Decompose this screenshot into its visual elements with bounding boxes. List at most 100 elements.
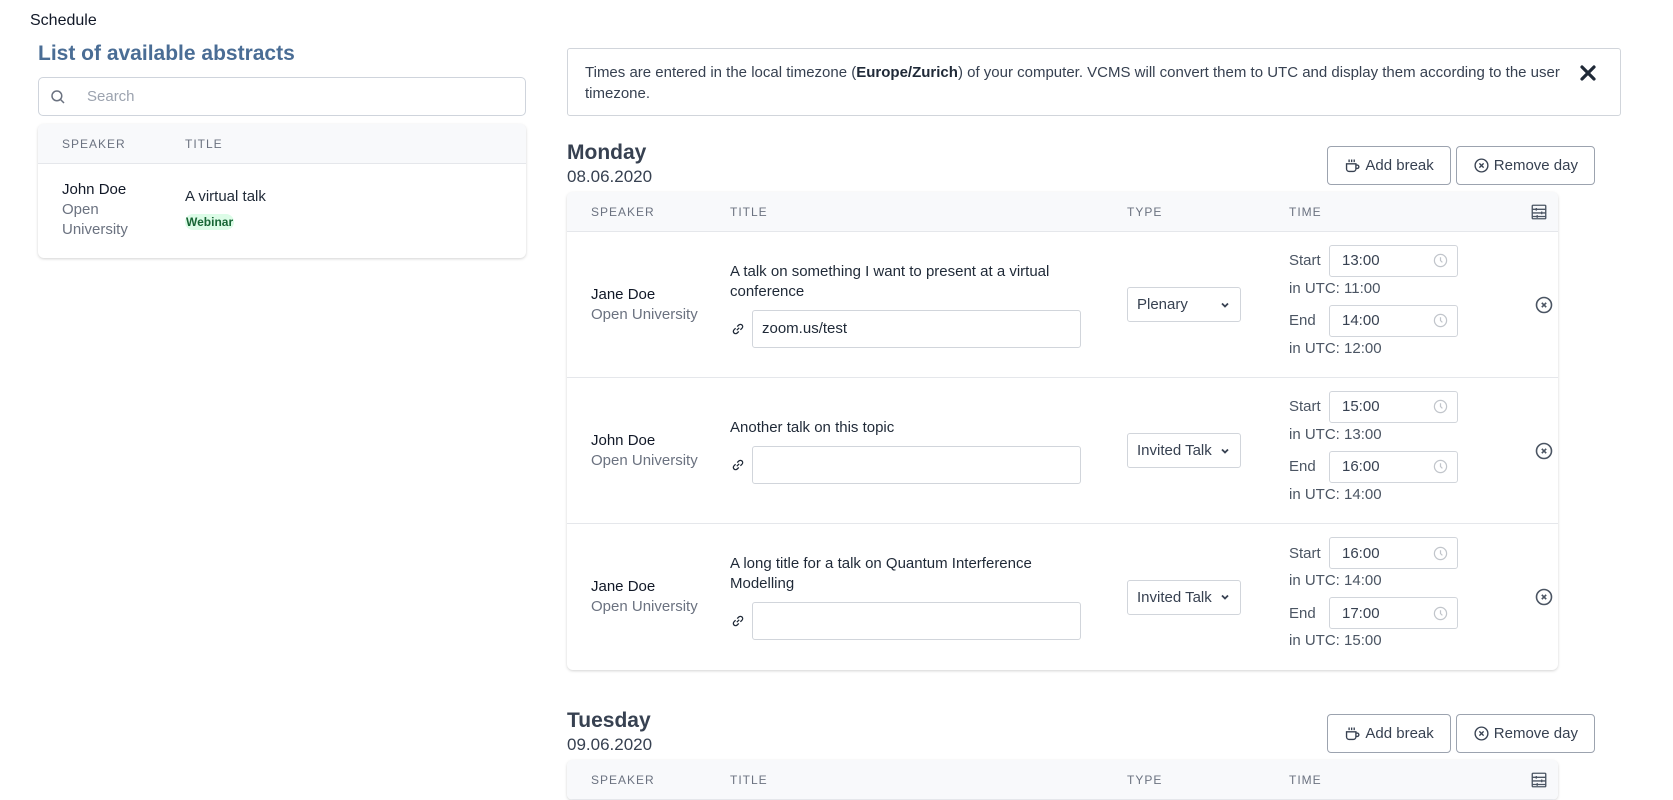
end-time-value: 17:00: [1342, 604, 1380, 622]
schedule-table: Speaker Title Type Time Jane Doe Open Un…: [567, 192, 1558, 670]
title-cell: Another talk on this topic: [730, 418, 1127, 484]
type-cell: Invited Talk: [1127, 579, 1289, 615]
speaker-cell: Jane Doe Open University: [567, 577, 730, 617]
start-label: Start: [1289, 398, 1321, 415]
utc-prefix: in UTC:: [1289, 632, 1345, 649]
add-break-button[interactable]: Add break: [1327, 146, 1451, 185]
type-select-value: Invited Talk: [1137, 442, 1212, 459]
table-settings-icon[interactable]: [1530, 771, 1548, 789]
speaker-name: Jane Doe: [591, 578, 656, 595]
type-select-value: Plenary: [1137, 296, 1188, 313]
start-label: Start: [1289, 252, 1321, 269]
remove-row-icon[interactable]: [1534, 295, 1554, 315]
type-cell: Invited Talk: [1127, 433, 1289, 468]
abstract-row[interactable]: John Doe Open University A virtual talk …: [38, 164, 526, 258]
type-cell: Plenary: [1127, 287, 1289, 322]
start-time-value: 13:00: [1342, 252, 1380, 269]
remove-day-label: Remove day: [1493, 725, 1578, 742]
type-select[interactable]: Invited Talk: [1127, 433, 1241, 468]
column-header-speaker: Speaker: [62, 136, 126, 151]
clock-icon: [1433, 546, 1448, 560]
clock-icon: [1433, 253, 1448, 268]
end-utc: 14:00: [1344, 485, 1382, 503]
clock-icon: [1433, 313, 1448, 328]
column-header-time: Time: [1289, 204, 1322, 219]
end-label: End: [1289, 604, 1316, 622]
timezone-notice: Times are entered in the local timezone …: [567, 48, 1621, 116]
end-time-input[interactable]: 14:00: [1329, 304, 1458, 337]
end-time-input[interactable]: 17:00: [1329, 597, 1458, 629]
start-time-value: 16:00: [1342, 544, 1380, 562]
speaker-affiliation: Open University: [62, 201, 128, 238]
coffee-cup-icon: [1346, 727, 1360, 741]
end-time-input[interactable]: 16:00: [1329, 450, 1458, 483]
utc-prefix: in UTC:: [1289, 485, 1345, 503]
utc-prefix: in UTC:: [1289, 572, 1345, 589]
x-circle-icon: [1474, 726, 1489, 741]
link-icon: [732, 459, 744, 470]
column-header-title: Title: [185, 136, 223, 151]
utc-prefix: in UTC:: [1289, 339, 1345, 357]
meeting-link-input[interactable]: [752, 309, 1081, 348]
start-time-input[interactable]: 16:00: [1329, 537, 1458, 569]
clock-icon: [1433, 606, 1448, 620]
end-time-value: 16:00: [1342, 458, 1380, 475]
table-header: Speaker Title: [38, 124, 526, 164]
coffee-cup-icon: [1346, 159, 1360, 173]
schedule-row: Jane Doe Open University A long title fo…: [567, 524, 1558, 670]
remove-day-button[interactable]: Remove day: [1455, 146, 1595, 185]
type-select-value: Invited Talk: [1137, 588, 1212, 606]
speaker-affiliation: Open University: [591, 305, 698, 323]
page-title: Schedule: [30, 12, 97, 29]
day-section-tuesday: Tuesday 09.06.2020 Add break Remove day …: [567, 708, 1627, 800]
start-utc: 11:00: [1344, 279, 1381, 297]
speaker-name: Jane Doe: [591, 285, 656, 303]
add-break-label: Add break: [1365, 725, 1434, 742]
close-icon[interactable]: [1578, 63, 1598, 83]
start-label: Start: [1289, 544, 1321, 562]
remove-row-icon[interactable]: [1534, 441, 1554, 461]
type-badge: Webinar: [185, 214, 235, 230]
start-time-input[interactable]: 15:00: [1329, 390, 1458, 423]
search-input[interactable]: [85, 87, 465, 106]
end-label: End: [1289, 458, 1316, 475]
remove-day-button[interactable]: Remove day: [1455, 714, 1595, 753]
notice-timezone: Europe/Zurich: [856, 64, 958, 81]
start-time-input[interactable]: 13:00: [1329, 244, 1458, 277]
schedule-row: John Doe Open University Another talk on…: [567, 378, 1558, 524]
remove-day-label: Remove day: [1493, 157, 1578, 174]
speaker-cell: John Doe Open University: [567, 431, 730, 471]
meeting-link-input[interactable]: [752, 602, 1081, 640]
schedule-table: Speaker Title Type Time: [567, 760, 1558, 800]
meeting-link-input[interactable]: [752, 445, 1081, 484]
column-header-time: Time: [1289, 772, 1322, 787]
type-select[interactable]: Invited Talk: [1127, 579, 1241, 615]
add-break-button[interactable]: Add break: [1327, 714, 1451, 753]
speaker-affiliation: Open University: [591, 598, 698, 615]
abstracts-panel: List of available abstracts Speaker Titl…: [38, 40, 526, 258]
talk-title: A virtual talk: [185, 188, 266, 205]
table-settings-icon[interactable]: [1530, 203, 1548, 221]
schedule-row: Jane Doe Open University A talk on somet…: [567, 232, 1558, 378]
column-header-type: Type: [1127, 204, 1163, 219]
clock-icon: [1433, 459, 1448, 474]
talk-title: A long title for a talk on Quantum Inter…: [730, 555, 1032, 592]
start-time-value: 15:00: [1342, 398, 1380, 415]
talk-title: Another talk on this topic: [730, 418, 895, 436]
type-select[interactable]: Plenary: [1127, 287, 1241, 322]
start-utc: 14:00: [1344, 572, 1382, 589]
x-circle-icon: [1474, 158, 1489, 173]
link-icon: [732, 323, 744, 334]
end-label: End: [1289, 312, 1316, 329]
chevron-down-icon: [1221, 448, 1229, 454]
utc-prefix: in UTC:: [1289, 279, 1345, 297]
utc-prefix: in UTC:: [1289, 425, 1345, 443]
end-time-value: 14:00: [1342, 312, 1380, 329]
start-utc: 13:00: [1344, 425, 1382, 443]
notice-text-before: Times are entered in the local timezone …: [585, 64, 857, 81]
remove-row-icon[interactable]: [1534, 587, 1554, 607]
talk-title: A talk on something I want to present at…: [730, 262, 1050, 300]
column-header-title: Title: [730, 772, 768, 787]
search-box[interactable]: [38, 77, 526, 116]
title-cell: A talk on something I want to present at…: [730, 262, 1127, 348]
